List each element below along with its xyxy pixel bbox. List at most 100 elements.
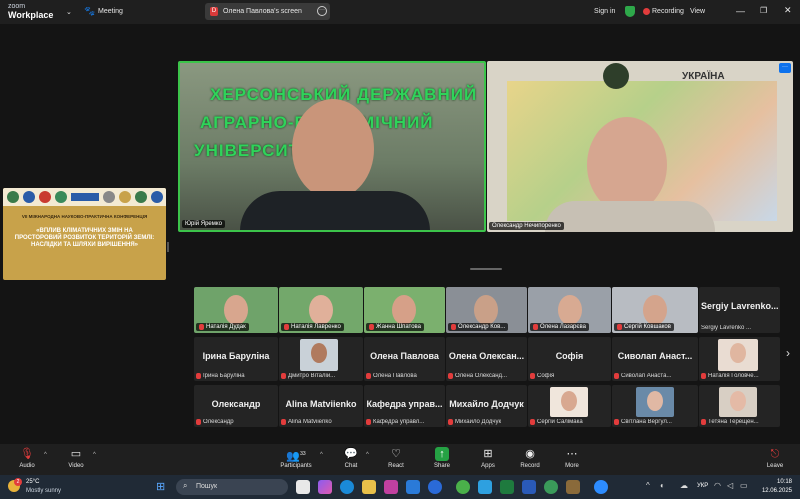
- clock-time[interactable]: 10:18: [758, 479, 792, 485]
- view-button[interactable]: View: [690, 8, 705, 15]
- name-tile[interactable]: Михайло Додчук Михайло Додчук: [446, 385, 527, 427]
- chrome-profile-icon[interactable]: [544, 480, 558, 494]
- close-icon[interactable]: ✕: [784, 5, 792, 16]
- name-tile[interactable]: Тетяна Терещен...: [699, 385, 780, 427]
- share-screen-tab[interactable]: D Олена Павлова's screen ···: [205, 3, 330, 20]
- video-tile[interactable]: Сергій Ковшаков: [612, 287, 698, 333]
- name-tile-label: Софія: [537, 373, 555, 379]
- share-label: Share: [433, 463, 450, 469]
- taskbar-search[interactable]: ⌕ Пошук: [176, 479, 288, 495]
- weather-temp[interactable]: 25°C: [26, 479, 39, 485]
- name-tile-label: Sergiy Lavrenko ...: [701, 325, 752, 331]
- video-tile[interactable]: Жанна Шпатова: [364, 287, 445, 333]
- chevron-down-icon[interactable]: ⌄: [66, 8, 72, 16]
- video-tile[interactable]: Наталія Лавренко: [279, 287, 363, 333]
- name-tile-label: Сиволап Анаста...: [621, 373, 672, 379]
- weather-desc[interactable]: Mostly sunny: [26, 488, 61, 494]
- video-tile[interactable]: Наталія Дудак: [194, 287, 278, 333]
- video-tile-name: Сергій Ковшаков: [624, 324, 671, 330]
- battery-icon[interactable]: ▭: [740, 481, 748, 490]
- edge-browser-icon[interactable]: [340, 480, 354, 494]
- mic-off-icon: [369, 324, 374, 330]
- name-tile[interactable]: Наталія Головче...: [699, 337, 780, 381]
- more-button[interactable]: ⋯ More: [552, 447, 592, 469]
- name-tile-title: Олександр: [211, 399, 261, 409]
- name-tile[interactable]: Сергій Салімака: [528, 385, 611, 427]
- wifi-icon[interactable]: ◠: [714, 481, 721, 490]
- video-tile[interactable]: Олена Лазарєва: [528, 287, 611, 333]
- tray-chevron-icon[interactable]: ^: [646, 481, 650, 490]
- name-tile[interactable]: Alina Matviienko Alina Matviienko: [279, 385, 363, 427]
- name-tile[interactable]: Кафедра управ... Кафедра управл...: [364, 385, 445, 427]
- excel-icon[interactable]: [500, 480, 514, 494]
- browser-icon[interactable]: [428, 480, 442, 494]
- chevron-right-icon[interactable]: ›: [786, 346, 790, 360]
- outlook-icon[interactable]: [406, 480, 420, 494]
- chat-options-icon[interactable]: ^: [366, 452, 369, 458]
- video-label: Video: [68, 463, 84, 469]
- title-bar: zoom Workplace ⌄ 🐾 Meeting D Олена Павло…: [0, 0, 800, 24]
- name-tile[interactable]: Олена Олексан... Олена Олександ...: [446, 337, 527, 381]
- language-indicator[interactable]: УКР: [697, 483, 708, 489]
- store-icon[interactable]: [384, 480, 398, 494]
- resize-handle[interactable]: [167, 242, 169, 252]
- skype-icon[interactable]: [478, 480, 492, 494]
- main-video-participant[interactable]: УКРАЇНА ··· Олександр Нечипоренко: [487, 61, 793, 232]
- main-video-speaker[interactable]: ХЕРСОНСЬКИЙ ДЕРЖАВНИЙ АГРАРНО-ЕКОНОМІЧНИ…: [178, 61, 486, 232]
- name-tile[interactable]: Ірина Баруліна Ірина Баруліна: [194, 337, 278, 381]
- shield-check-icon[interactable]: [625, 6, 635, 17]
- name-tile[interactable]: Софія Софія: [528, 337, 611, 381]
- react-button[interactable]: ♡ React: [376, 447, 416, 469]
- name-tile[interactable]: Сиволап Анаст... Сиволап Анаста...: [612, 337, 698, 381]
- react-label: React: [388, 463, 404, 469]
- name-tile[interactable]: Олена Павлова Олена Павлова: [364, 337, 445, 381]
- mic-off-icon: [448, 373, 453, 379]
- chrome-icon[interactable]: [456, 480, 470, 494]
- name-tile[interactable]: Дмитро Віталій...: [279, 337, 363, 381]
- zoom-app-icon[interactable]: [594, 480, 608, 494]
- video-tile[interactable]: Олександр Ков...: [446, 287, 527, 333]
- windows-taskbar: 2 25°C Mostly sunny ⊞ ⌕ Пошук ^ ◐ ☁ УКР …: [0, 475, 800, 499]
- speaker-icon[interactable]: ◁: [727, 481, 733, 490]
- audio-button[interactable]: 🎙 Audio: [7, 447, 47, 469]
- word-icon[interactable]: [522, 480, 536, 494]
- name-tile-title: Ірина Баруліна: [202, 351, 270, 361]
- sign-in-link[interactable]: Sign in: [594, 8, 615, 15]
- recording-label[interactable]: Recording: [652, 8, 684, 15]
- app-icon[interactable]: [566, 480, 580, 494]
- video-button[interactable]: ▭ Video: [56, 447, 96, 469]
- more-options-icon[interactable]: ···: [779, 63, 791, 73]
- more-options-icon[interactable]: ···: [317, 6, 327, 16]
- participants-options-icon[interactable]: ^: [320, 452, 323, 458]
- name-tile[interactable]: Sergiy Lavrenko... Sergiy Lavrenko ...: [699, 287, 780, 333]
- drag-handle[interactable]: [470, 268, 502, 270]
- meeting-label: Meeting: [98, 8, 123, 15]
- video-options-icon[interactable]: ^: [93, 452, 96, 458]
- leave-button[interactable]: ⎋ Leave: [755, 447, 795, 469]
- copilot-icon[interactable]: [318, 480, 332, 494]
- participants-icon: 👥33: [286, 450, 306, 463]
- name-tile[interactable]: Олександр Олександр: [194, 385, 278, 427]
- share-button[interactable]: ↑ Share: [422, 447, 462, 469]
- record-button[interactable]: ◉ Record: [510, 447, 550, 469]
- clock-date[interactable]: 12.06.2025: [758, 488, 792, 494]
- file-explorer-icon[interactable]: [362, 480, 376, 494]
- apps-button[interactable]: ⊞ Apps: [468, 447, 508, 469]
- tray-cloud-icon[interactable]: ☁: [680, 481, 688, 490]
- name-tile-title: Софія: [555, 351, 584, 361]
- maximize-icon[interactable]: ❐: [760, 6, 767, 15]
- share-arrow-icon: ↑: [435, 447, 449, 461]
- tray-app-icon[interactable]: ◐: [660, 481, 665, 490]
- name-tile-label: Олена Олександ...: [455, 373, 508, 379]
- chat-button[interactable]: 💬 Chat: [331, 447, 371, 469]
- windows-start-icon[interactable]: ⊞: [156, 480, 165, 493]
- record-icon: ◉: [525, 448, 535, 460]
- emblem-icon: [603, 63, 629, 89]
- minimize-icon[interactable]: —: [736, 6, 745, 16]
- participants-button[interactable]: 👥33 Participants: [274, 447, 318, 469]
- taskview-icon[interactable]: [296, 480, 310, 494]
- name-tile[interactable]: Світлана Вергул...: [612, 385, 698, 427]
- mic-off-icon: [284, 324, 289, 330]
- shared-presentation[interactable]: VII МІЖНАРОДНА НАУКОВО-ПРАКТИЧНА КОНФЕРЕ…: [3, 188, 166, 280]
- audio-options-icon[interactable]: ^: [44, 452, 47, 458]
